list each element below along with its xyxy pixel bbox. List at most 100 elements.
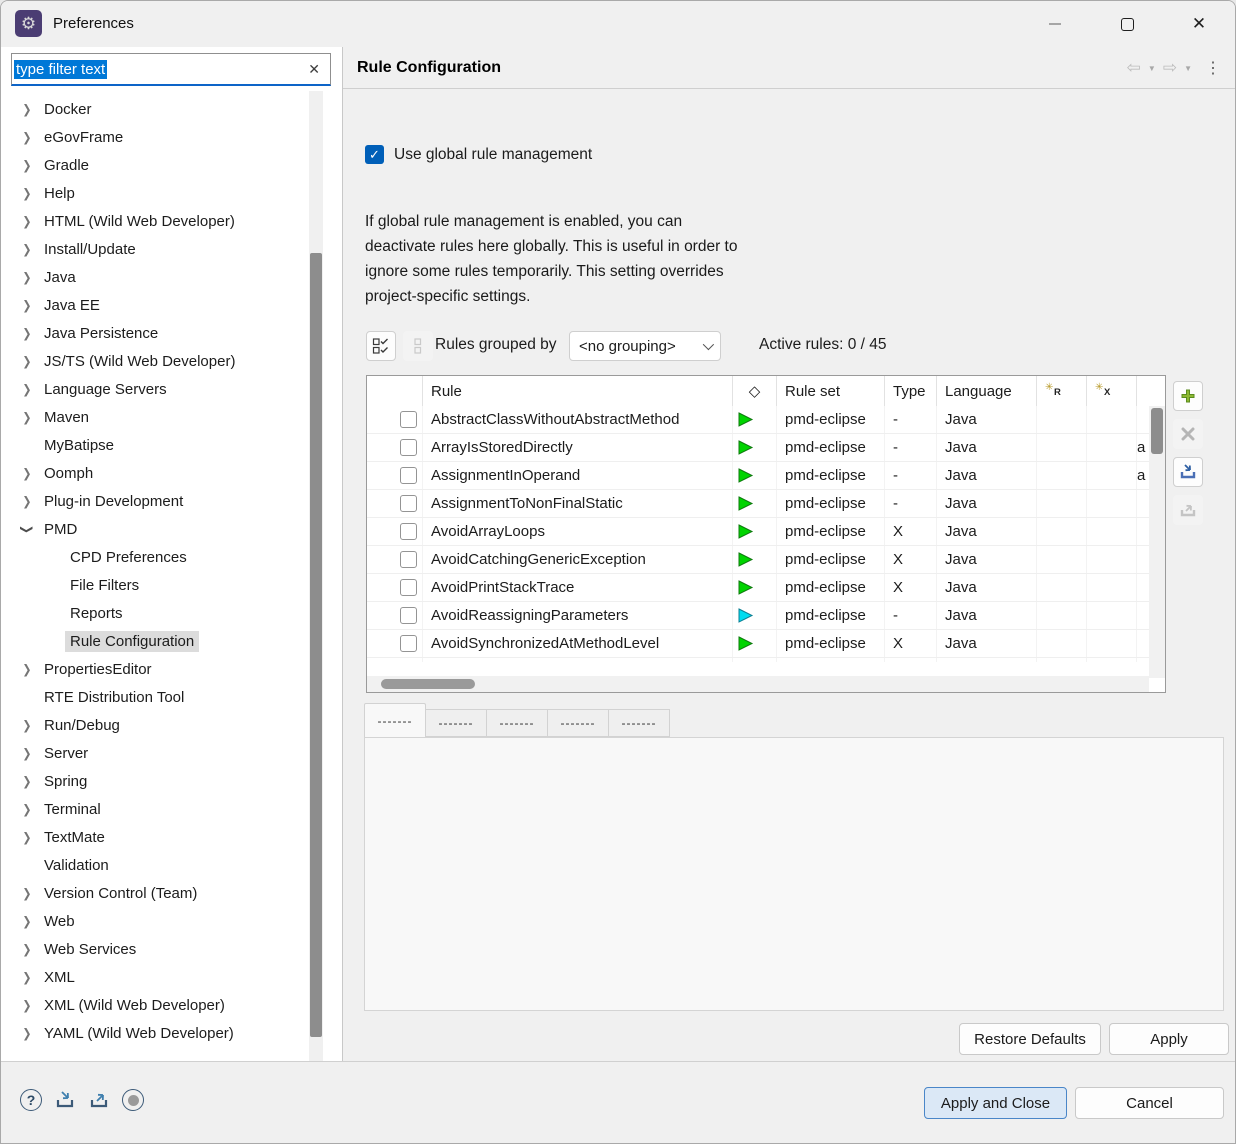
rule-checkbox[interactable]: [400, 467, 417, 484]
table-row[interactable]: AvoidPrintStackTracepmd-eclipseXJava: [367, 574, 1149, 602]
help-button[interactable]: ?: [19, 1088, 43, 1112]
table-row-partial[interactable]: [367, 658, 1149, 662]
chevron-right-icon[interactable]: ❯: [19, 494, 35, 509]
table-row[interactable]: AssignmentToNonFinalStaticpmd-eclipse-Ja…: [367, 490, 1149, 518]
sidebar-item-web[interactable]: ❯Web: [1, 907, 342, 935]
chevron-right-icon[interactable]: ❯: [19, 242, 35, 257]
forward-history-dropdown-icon[interactable]: ▼: [1184, 64, 1192, 73]
table-row[interactable]: AvoidSynchronizedAtMethodLevelpmd-eclips…: [367, 630, 1149, 658]
table-row[interactable]: AvoidCatchingGenericExceptionpmd-eclipse…: [367, 546, 1149, 574]
restore-defaults-button[interactable]: Restore Defaults: [959, 1023, 1101, 1055]
sidebar-item-js-ts-wild-web-developer[interactable]: ❯JS/TS (Wild Web Developer): [1, 347, 342, 375]
sidebar-item-cpd-preferences[interactable]: CPD Preferences: [1, 543, 342, 571]
table-vertical-scrollbar-thumb[interactable]: [1151, 408, 1163, 454]
rule-checkbox[interactable]: [400, 579, 417, 596]
chevron-right-icon[interactable]: ❯: [19, 466, 35, 481]
sidebar-item-reports[interactable]: Reports: [1, 599, 342, 627]
sidebar-item-validation[interactable]: Validation: [1, 851, 342, 879]
sidebar-item-plug-in-development[interactable]: ❯Plug-in Development: [1, 487, 342, 515]
chevron-right-icon[interactable]: ❯: [19, 354, 35, 369]
chevron-right-icon[interactable]: ❯: [19, 998, 35, 1013]
sidebar-item-run-debug[interactable]: ❯Run/Debug: [1, 711, 342, 739]
chevron-right-icon[interactable]: ❯: [19, 298, 35, 313]
header-rule-set[interactable]: Rule set: [777, 376, 885, 406]
chevron-right-icon[interactable]: ❯: [19, 410, 35, 425]
chevron-right-icon[interactable]: ❯: [19, 326, 35, 341]
sidebar-item-egovframe[interactable]: ❯eGovFrame: [1, 123, 342, 151]
rule-checkbox[interactable]: [400, 439, 417, 456]
close-button[interactable]: ✕: [1163, 1, 1235, 47]
sidebar-item-help[interactable]: ❯Help: [1, 179, 342, 207]
sidebar-item-xml[interactable]: ❯XML: [1, 963, 342, 991]
chevron-right-icon[interactable]: ❯: [19, 830, 35, 845]
chevron-right-icon[interactable]: ❯: [19, 382, 35, 397]
sidebar-item-server[interactable]: ❯Server: [1, 739, 342, 767]
table-row[interactable]: AssignmentInOperandpmd-eclipse-Javaa: [367, 462, 1149, 490]
sidebar-item-mybatipse[interactable]: MyBatipse: [1, 431, 342, 459]
chevron-right-icon[interactable]: ❯: [19, 186, 35, 201]
table-row[interactable]: AvoidReassigningParameterspmd-eclipse-Ja…: [367, 602, 1149, 630]
sidebar-item-file-filters[interactable]: File Filters: [1, 571, 342, 599]
grouping-dropdown[interactable]: <no grouping>: [569, 331, 721, 361]
chevron-right-icon[interactable]: ❯: [19, 746, 35, 761]
sidebar-item-java-persistence[interactable]: ❯Java Persistence: [1, 319, 342, 347]
filter-input[interactable]: type filter text ✕: [11, 53, 331, 86]
export-preferences-button[interactable]: [87, 1088, 111, 1112]
chevron-down-icon[interactable]: ❯: [20, 521, 35, 537]
chevron-right-icon[interactable]: ❯: [19, 158, 35, 173]
table-vertical-scrollbar[interactable]: [1149, 406, 1165, 678]
sidebar-item-language-servers[interactable]: ❯Language Servers: [1, 375, 342, 403]
table-horizontal-scrollbar[interactable]: [367, 676, 1149, 692]
rule-checkbox[interactable]: [400, 551, 417, 568]
rule-detail-tab-1[interactable]: -------: [364, 703, 426, 737]
sidebar-item-spring[interactable]: ❯Spring: [1, 767, 342, 795]
sidebar-item-terminal[interactable]: ❯Terminal: [1, 795, 342, 823]
clear-filter-icon[interactable]: ✕: [308, 61, 320, 78]
sidebar-item-rule-configuration[interactable]: Rule Configuration: [1, 627, 342, 655]
rule-checkbox[interactable]: [400, 635, 417, 652]
sidebar-item-gradle[interactable]: ❯Gradle: [1, 151, 342, 179]
rule-checkbox[interactable]: [400, 607, 417, 624]
rule-checkbox[interactable]: [400, 411, 417, 428]
chevron-right-icon[interactable]: ❯: [19, 970, 35, 985]
sidebar-item-docker[interactable]: ❯Docker: [1, 95, 342, 123]
rule-detail-tab-5[interactable]: -------: [609, 709, 670, 737]
header-rule[interactable]: Rule: [423, 376, 733, 406]
sidebar-item-web-services[interactable]: ❯Web Services: [1, 935, 342, 963]
maximize-button[interactable]: [1091, 1, 1163, 47]
header-priority-diamond-icon[interactable]: ◇: [733, 376, 777, 406]
sidebar-item-oomph[interactable]: ❯Oomph: [1, 459, 342, 487]
import-rules-button[interactable]: [1173, 457, 1203, 487]
header-type[interactable]: Type: [885, 376, 937, 406]
sidebar-scrollbar-thumb[interactable]: [310, 253, 322, 1037]
chevron-right-icon[interactable]: ❯: [19, 942, 35, 957]
apply-button[interactable]: Apply: [1109, 1023, 1229, 1055]
minimize-button[interactable]: [1019, 1, 1091, 47]
back-history-dropdown-icon[interactable]: ▼: [1148, 64, 1156, 73]
chevron-right-icon[interactable]: ❯: [19, 914, 35, 929]
chevron-right-icon[interactable]: ❯: [19, 102, 35, 117]
import-preferences-button[interactable]: [53, 1088, 77, 1112]
sidebar-item-java[interactable]: ❯Java: [1, 263, 342, 291]
sidebar-item-pmd[interactable]: ❯PMD: [1, 515, 342, 543]
chevron-right-icon[interactable]: ❯: [19, 886, 35, 901]
sidebar-item-java-ee[interactable]: ❯Java EE: [1, 291, 342, 319]
chevron-right-icon[interactable]: ❯: [19, 718, 35, 733]
add-rule-button[interactable]: [1173, 381, 1203, 411]
chevron-right-icon[interactable]: ❯: [19, 130, 35, 145]
view-menu-icon[interactable]: ⋮: [1205, 58, 1221, 78]
sidebar-item-html-wild-web-developer[interactable]: ❯HTML (Wild Web Developer): [1, 207, 342, 235]
table-horizontal-scrollbar-thumb[interactable]: [381, 679, 475, 689]
cancel-button[interactable]: Cancel: [1075, 1087, 1224, 1119]
chevron-right-icon[interactable]: ❯: [19, 270, 35, 285]
chevron-right-icon[interactable]: ❯: [19, 214, 35, 229]
forward-arrow-icon[interactable]: ⇨: [1163, 58, 1177, 78]
preference-recorder-button[interactable]: [121, 1088, 145, 1112]
check-all-rules-button[interactable]: [366, 331, 396, 361]
use-global-rule-management-checkbox[interactable]: ✓: [365, 145, 384, 164]
sidebar-item-version-control-team[interactable]: ❯Version Control (Team): [1, 879, 342, 907]
chevron-right-icon[interactable]: ❯: [19, 802, 35, 817]
back-arrow-icon[interactable]: ⇦: [1127, 58, 1141, 78]
sidebar-scrollbar[interactable]: [309, 91, 323, 1061]
sidebar-item-rte-distribution-tool[interactable]: RTE Distribution Tool: [1, 683, 342, 711]
